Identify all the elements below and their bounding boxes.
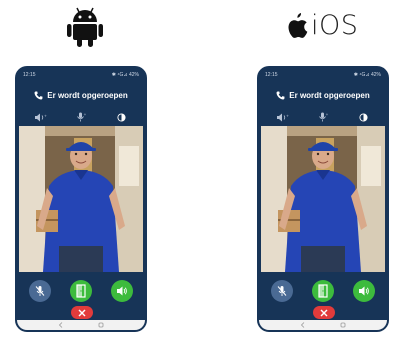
mute-microphone-button[interactable] <box>29 280 51 302</box>
brightness-icon[interactable] <box>114 111 128 123</box>
android-phone: 12:15 ✱ ⁴G⊿ 42% Er wordt opgeroepen + + <box>15 66 147 332</box>
android-robot-icon <box>66 6 104 53</box>
hang-up-button[interactable] <box>313 306 335 319</box>
nav-back-icon[interactable] <box>58 322 64 328</box>
nav-home-icon[interactable] <box>340 322 346 328</box>
volume-icon[interactable]: + <box>276 111 290 123</box>
doorbell-video-feed <box>19 126 143 272</box>
door-icon <box>76 284 86 298</box>
mute-microphone-button[interactable] <box>271 280 293 302</box>
nav-back-icon[interactable] <box>300 322 306 328</box>
platform-comparison: iOS 12:15 ✱ ⁴G⊿ 42% Er wordt opgeroepen … <box>0 0 409 338</box>
svg-text:+: + <box>84 113 87 117</box>
status-indicators: ✱ ⁴G⊿ 42% <box>353 72 381 78</box>
call-header: Er wordt opgeroepen <box>17 82 145 108</box>
close-icon <box>78 309 86 316</box>
doorbell-video-feed <box>261 126 385 272</box>
call-header: Er wordt opgeroepen <box>259 82 387 108</box>
nav-home-icon[interactable] <box>98 322 104 328</box>
microphone-icon[interactable]: + <box>74 111 88 123</box>
status-time: 12:15 <box>23 72 36 78</box>
nav-bar <box>259 320 387 330</box>
ios-phone: 12:15 ✱ ⁴G⊿ 42% Er wordt opgeroepen + + <box>257 66 389 332</box>
speaker-button[interactable] <box>111 280 133 302</box>
volume-icon[interactable]: + <box>34 111 48 123</box>
brightness-icon[interactable] <box>356 111 370 123</box>
speaker-button[interactable] <box>353 280 375 302</box>
android-nav-bar <box>17 320 145 330</box>
microphone-icon[interactable]: + <box>316 111 330 123</box>
call-controls: + + <box>259 108 387 126</box>
status-indicators: ✱ ⁴G⊿ 42% <box>111 72 139 78</box>
status-bar: 12:15 ✱ ⁴G⊿ 42% <box>17 68 145 82</box>
speaker-icon <box>117 286 127 296</box>
apple-logo-icon <box>288 12 308 38</box>
call-status-text: Er wordt opgeroepen <box>289 90 370 100</box>
microphone-off-icon <box>35 286 45 296</box>
speaker-icon <box>359 286 369 296</box>
close-icon <box>320 309 328 316</box>
svg-text:+: + <box>44 114 47 118</box>
open-door-button[interactable] <box>70 280 92 302</box>
hang-up-button[interactable] <box>71 306 93 319</box>
open-door-button[interactable] <box>312 280 334 302</box>
ios-logo: iOS <box>286 10 358 41</box>
ios-label: iOS <box>311 10 359 41</box>
microphone-off-icon <box>277 286 287 296</box>
svg-text:+: + <box>286 114 289 118</box>
phone-icon <box>276 90 285 99</box>
call-controls: + + <box>17 108 145 126</box>
call-status-text: Er wordt opgeroepen <box>47 90 128 100</box>
svg-text:+: + <box>326 113 329 117</box>
door-icon <box>318 284 328 298</box>
status-time: 12:15 <box>265 72 278 78</box>
status-bar: 12:15 ✱ ⁴G⊿ 42% <box>259 68 387 82</box>
phone-icon <box>34 90 43 99</box>
